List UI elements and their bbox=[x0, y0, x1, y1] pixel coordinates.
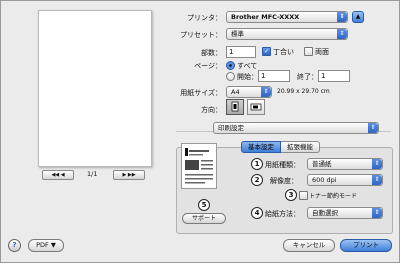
section-popup[interactable]: 印刷設定 ⇕ bbox=[213, 122, 379, 134]
landscape-icon bbox=[250, 103, 262, 111]
collate-label: 丁合い bbox=[273, 48, 294, 56]
paper-size-label: 用紙サイズ： bbox=[180, 89, 222, 97]
chevron-down-icon: ⇕ bbox=[372, 208, 382, 218]
portrait-icon bbox=[231, 101, 239, 112]
chevron-down-icon: ⇕ bbox=[337, 12, 347, 22]
pages-from-field[interactable]: 1 bbox=[258, 70, 290, 82]
preset-value: 標準 bbox=[231, 30, 244, 38]
pages-label: ページ： bbox=[194, 62, 222, 70]
callout-3: 3 bbox=[285, 189, 297, 201]
printer-label: プリンタ： bbox=[187, 14, 222, 22]
tab-advanced[interactable]: 拡張機能 bbox=[281, 141, 320, 153]
paper-source-label: 給紙方法： bbox=[265, 210, 300, 218]
orientation-label: 方向： bbox=[201, 106, 222, 114]
chevron-down-icon: ⇕ bbox=[368, 123, 378, 133]
print-preview bbox=[38, 10, 152, 167]
media-type-label: 用紙種類： bbox=[265, 161, 300, 169]
print-button[interactable]: プリント bbox=[340, 239, 392, 252]
landscape-button[interactable] bbox=[247, 99, 265, 115]
printer-value: Brother MFC-XXXX bbox=[231, 13, 300, 21]
chevron-down-icon: ⇕ bbox=[372, 159, 382, 169]
callout-2: 2 bbox=[251, 174, 263, 186]
pages-all-radio[interactable] bbox=[226, 61, 235, 70]
pages-range-radio[interactable] bbox=[226, 72, 235, 81]
preview-page-count: 1/1 bbox=[87, 170, 98, 178]
paper-size-value: A4 bbox=[231, 88, 240, 96]
document-thumbnail bbox=[181, 143, 217, 189]
resolution-popup[interactable]: 600 dpi ⇕ bbox=[307, 174, 383, 186]
portrait-button[interactable] bbox=[226, 99, 244, 115]
settings-tabs: 基本設定 拡張機能 bbox=[241, 141, 320, 153]
pages-all-label: すべて bbox=[237, 62, 258, 70]
collate-checkbox[interactable]: ✓ bbox=[262, 47, 271, 56]
toner-save-label: トナー節約モード bbox=[309, 193, 358, 200]
tab-basic[interactable]: 基本設定 bbox=[241, 141, 281, 153]
chevron-down-icon: ⇕ bbox=[372, 175, 382, 185]
pages-to-field[interactable]: 1 bbox=[318, 70, 350, 82]
resolution-value: 600 dpi bbox=[312, 176, 337, 184]
chevron-down-icon: ⇕ bbox=[261, 87, 271, 97]
collapse-toggle-button[interactable]: ▲ bbox=[352, 11, 364, 23]
copies-label: 部数： bbox=[201, 49, 222, 57]
chevron-down-icon: ⇕ bbox=[337, 29, 347, 39]
paper-size-dimensions: 20.99 x 29.70 cm bbox=[277, 88, 330, 95]
support-button[interactable]: サポート bbox=[182, 213, 226, 224]
document-thumbnail-icon bbox=[185, 148, 213, 184]
preset-popup[interactable]: 標準 ⇕ bbox=[226, 28, 348, 40]
media-type-value: 普通紙 bbox=[312, 160, 332, 168]
paper-size-popup[interactable]: A4 ⇕ bbox=[226, 86, 272, 98]
resolution-label: 解像度： bbox=[270, 177, 298, 185]
preset-label: プリセット： bbox=[180, 31, 222, 39]
cancel-button[interactable]: キャンセル bbox=[283, 239, 335, 252]
paper-source-value: 自動選択 bbox=[312, 209, 338, 217]
help-icon[interactable]: ? bbox=[8, 239, 21, 252]
toner-save-checkbox[interactable] bbox=[299, 191, 308, 200]
section-popup-value: 印刷設定 bbox=[218, 124, 244, 132]
duplex-checkbox[interactable] bbox=[304, 47, 313, 56]
pdf-button[interactable]: PDF ▼ bbox=[28, 239, 64, 252]
callout-1: 1 bbox=[251, 158, 263, 170]
callout-4: 4 bbox=[251, 207, 263, 219]
paper-source-popup[interactable]: 自動選択 ⇕ bbox=[307, 207, 383, 219]
copies-field[interactable]: 1 bbox=[226, 46, 256, 58]
pages-to-label: 終了： bbox=[297, 73, 318, 81]
pages-from-label: 開始： bbox=[237, 73, 258, 81]
duplex-label: 両面 bbox=[315, 48, 329, 56]
callout-5: 5 bbox=[198, 199, 210, 211]
preview-next-button[interactable]: ▶ ▶▶ bbox=[113, 170, 145, 180]
printer-popup[interactable]: Brother MFC-XXXX ⇕ bbox=[226, 11, 348, 23]
preview-prev-button[interactable]: ◀◀ ◀ bbox=[42, 170, 74, 180]
media-type-popup[interactable]: 普通紙 ⇕ bbox=[307, 158, 383, 170]
